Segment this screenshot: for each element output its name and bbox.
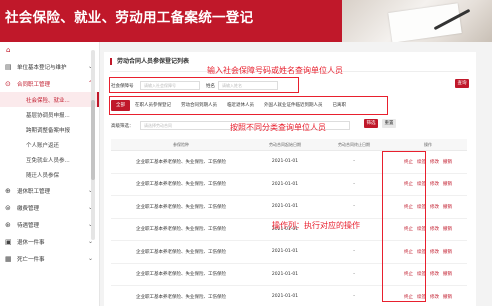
cell-insurance: 企业职工基本养老保险、失业保险、工伤保险	[136, 182, 226, 188]
payment-icon: ⊜	[5, 203, 11, 212]
app-title: 社会保险、就业、劳动用工备案统一登记	[5, 10, 254, 26]
main-panel: 劳动合同人员参保登记列表 社会保障号 请输入社会保障号 姓名 请输入姓名 查询 …	[104, 52, 476, 306]
banner-paper-graphic	[388, 3, 462, 42]
sidebar-subitem-account-refund[interactable]: 个人账户返还	[0, 137, 99, 152]
sidebar-item-label: 合同职工管理	[17, 81, 51, 88]
header-start-date: 劳动合同起始日期	[269, 141, 301, 147]
cell-insurance: 企业职工基本养老保险、失业保险、工伤保险	[136, 272, 226, 278]
revoke-link[interactable]: 撤销	[443, 227, 452, 232]
cell-insurance: 企业职工基本养老保险、失业保险、工伤保险	[136, 159, 226, 165]
sidebar-scrollbar[interactable]	[91, 50, 95, 240]
sidebar-item-contract-staff[interactable]: ⊙ 合同职工管理 ⌃	[0, 75, 99, 92]
revoke-link[interactable]: 撤销	[443, 295, 452, 300]
cell-insurance: 企业职工基本养老保险、失业保险、工伤保险	[136, 294, 226, 300]
sidebar-item-label: 缴费管理	[17, 205, 40, 212]
annotation-tabs-box	[109, 96, 388, 115]
sidebar-item-retirement-matter[interactable]: ▣ 退休一件事 ⌄	[0, 233, 99, 250]
edit-link[interactable]: 修改	[430, 272, 439, 277]
sidebar-item-retired-staff[interactable]: ⊕ 退休职工管理 ⌄	[0, 182, 99, 199]
home-icon[interactable]: ⌂	[0, 46, 99, 58]
sidebar-item-benefits[interactable]: ⊛ 待遇管理 ⌄	[0, 216, 99, 233]
header-banner: 社会保险、就业、劳动用工备案统一登记	[0, 0, 492, 42]
edit-link[interactable]: 修改	[430, 182, 439, 187]
sidebar-subitem-insurance-registration[interactable]: 社会保险、就业...	[0, 92, 99, 107]
cell-start-date: 2021-01-01	[271, 159, 299, 165]
chevron-down-icon: ⌄	[87, 255, 93, 262]
banner-image	[342, 0, 492, 42]
revoke-link[interactable]: 撤销	[443, 250, 452, 255]
sidebar-item-label: 待遇管理	[17, 222, 40, 229]
sidebar-item-payment[interactable]: ⊜ 缴费管理 ⌄	[0, 199, 99, 216]
sidebar: ⌂ ▤ 单位基本登记与维护 ⌄ ⊙ 合同职工管理 ⌃ 社会保险、就业... 基层…	[0, 42, 100, 306]
building-icon: ▤	[5, 62, 12, 71]
scrollbar-thumb[interactable]	[91, 100, 95, 180]
sidebar-subitem-coordinator[interactable]: 基层协调员申报...	[0, 107, 99, 122]
sidebar-subitem-accompanying[interactable]: 随迁人员参保	[0, 167, 99, 182]
cell-start-date: 2021-01-01	[271, 271, 299, 277]
filter-confirm-button[interactable]: 筛选	[364, 119, 378, 128]
cell-end-date: -	[353, 271, 355, 277]
filter-reset-button[interactable]: 重置	[382, 119, 396, 128]
sidebar-item-label: 死亡一件事	[17, 256, 45, 263]
cell-start-date: 2021-01-01	[271, 249, 299, 255]
sidebar-item-label: 退休职工管理	[17, 188, 51, 195]
edit-link[interactable]: 修改	[430, 250, 439, 255]
cell-insurance: 企业职工基本养老保险、失业保险、工伤保险	[136, 227, 226, 233]
sidebar-item-label: 退休一件事	[17, 239, 45, 246]
cell-end-date: -	[353, 204, 355, 210]
annotation-search-box	[109, 77, 299, 93]
edit-link[interactable]: 修改	[430, 205, 439, 210]
cell-end-date: -	[353, 294, 355, 300]
header-ops: 操作	[424, 141, 432, 147]
cell-end-date: -	[353, 159, 355, 165]
sidebar-item-death-matter[interactable]: ▦ 死亡一件事 ⌄	[0, 250, 99, 267]
retire-icon: ⊕	[5, 186, 11, 195]
revoke-link[interactable]: 撤销	[443, 182, 452, 187]
annotation-ops-box	[382, 151, 426, 302]
document-icon: ▣	[5, 237, 12, 246]
sidebar-subitem-cross-period[interactable]: 跨期调整备案申报	[0, 122, 99, 137]
sidebar-subitem-mutual-exemption[interactable]: 互免就业人员参...	[0, 152, 99, 167]
filter-label: 高级筛选：	[111, 124, 134, 129]
edit-link[interactable]: 修改	[430, 160, 439, 165]
annotation-search-note: 输入社会保障号码或姓名查询单位人员	[207, 66, 343, 75]
cell-end-date: -	[353, 181, 355, 187]
cell-start-date: 2021-01-01	[271, 204, 299, 210]
edit-link[interactable]: 修改	[430, 227, 439, 232]
cell-end-date: -	[353, 249, 355, 255]
query-button[interactable]: 查询	[455, 79, 469, 88]
sidebar-item-unit-registration[interactable]: ▤ 单位基本登记与维护 ⌄	[0, 58, 99, 75]
page-title: 劳动合同人员参保登记列表	[110, 58, 189, 65]
cell-insurance: 企业职工基本养老保险、失业保险、工伤保险	[136, 204, 226, 210]
benefit-icon: ⊛	[5, 220, 11, 229]
cell-start-date: 2021-01-01	[271, 181, 299, 187]
sidebar-item-label: 单位基本登记与维护	[17, 64, 67, 71]
header-insurance: 参保险种	[173, 141, 189, 147]
annotation-tabs-note: 按照不同分类查询单位人员	[230, 123, 326, 132]
table-header: 参保险种 劳动合同起始日期 劳动合同终止日期 操作	[111, 139, 467, 151]
cell-insurance: 企业职工基本养老保险、失业保险、工伤保险	[136, 249, 226, 255]
revoke-link[interactable]: 撤销	[443, 272, 452, 277]
revoke-link[interactable]: 撤销	[443, 205, 452, 210]
revoke-link[interactable]: 撤销	[443, 160, 452, 165]
user-group-icon: ⊙	[5, 79, 11, 88]
header-end-date: 劳动合同终止日期	[338, 141, 370, 147]
cell-start-date: 2021-01-01	[271, 294, 299, 300]
edit-link[interactable]: 修改	[430, 295, 439, 300]
annotation-ops-note: 操作列：执行对应的操作	[272, 221, 360, 230]
notice-icon: ▦	[5, 254, 12, 263]
